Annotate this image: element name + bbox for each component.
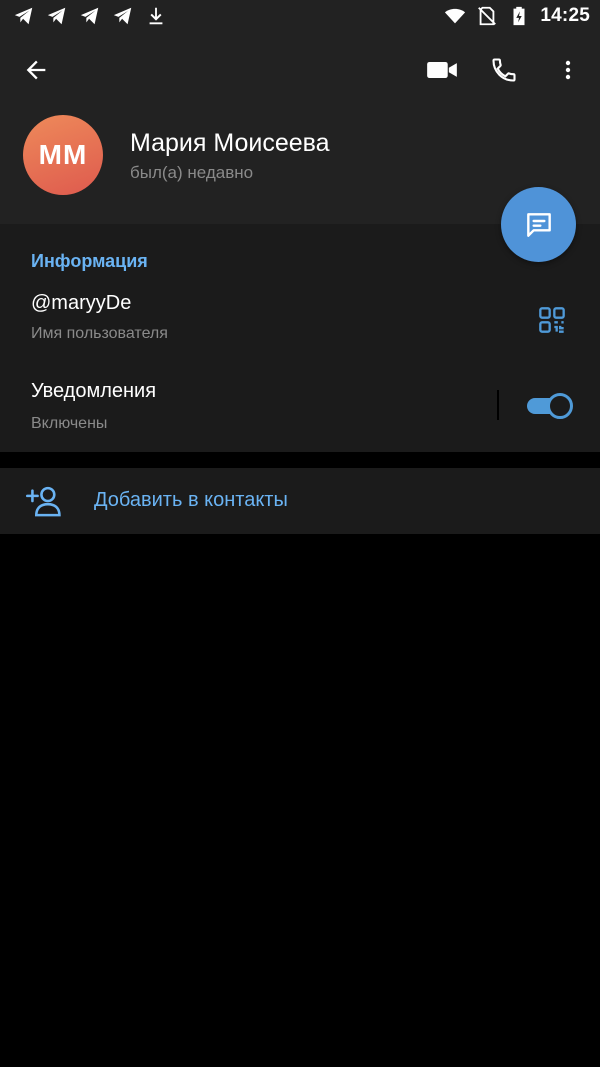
telegram-icon (47, 7, 66, 25)
notifications-toggle[interactable] (527, 393, 573, 419)
notifications-status: Включены (31, 415, 108, 432)
system-icons: 14:25 (444, 5, 590, 27)
qr-code-button[interactable] (534, 302, 570, 338)
video-call-button[interactable] (420, 50, 464, 90)
more-vert-icon (565, 60, 571, 80)
phone-icon (492, 58, 516, 82)
send-message-button[interactable] (501, 187, 576, 262)
info-section: Информация @maryyDe Имя пользователя Уве… (0, 224, 600, 452)
add-contact-row[interactable]: Добавить в контакты (0, 468, 600, 534)
notifications-title[interactable]: Уведомления (31, 380, 156, 403)
back-button[interactable] (14, 50, 58, 90)
add-person-icon (26, 486, 61, 517)
telegram-icon (80, 7, 99, 25)
telegram-icon (113, 7, 132, 25)
profile-name: Мария Моисеева (130, 129, 330, 157)
username-value[interactable]: @maryyDe (31, 292, 131, 315)
avatar-initials: MM (38, 139, 88, 170)
status-time: 14:25 (540, 5, 590, 26)
no-sim-icon (478, 6, 497, 26)
toggle-knob (547, 393, 573, 419)
telegram-icon (14, 7, 33, 25)
profile-header: MM Мария Моисеева был(а) недавно (0, 34, 600, 224)
message-icon (526, 212, 551, 237)
wifi-icon (445, 8, 466, 24)
profile-status: был(а) недавно (130, 163, 254, 182)
arrow-back-icon (26, 60, 46, 80)
vertical-divider (497, 390, 499, 420)
more-options-button[interactable] (548, 50, 588, 90)
video-call-icon (427, 62, 457, 78)
avatar[interactable]: MM (23, 115, 103, 195)
add-contact-label: Добавить в контакты (94, 489, 288, 511)
section-title: Информация (31, 251, 148, 271)
notification-icons (12, 5, 168, 27)
download-icon (149, 7, 163, 25)
call-button[interactable] (482, 50, 526, 90)
qr-code-icon (539, 307, 565, 333)
battery-charging-icon (513, 6, 525, 26)
username-label: Имя пользователя (31, 325, 168, 342)
status-bar: 14:25 (0, 0, 600, 34)
